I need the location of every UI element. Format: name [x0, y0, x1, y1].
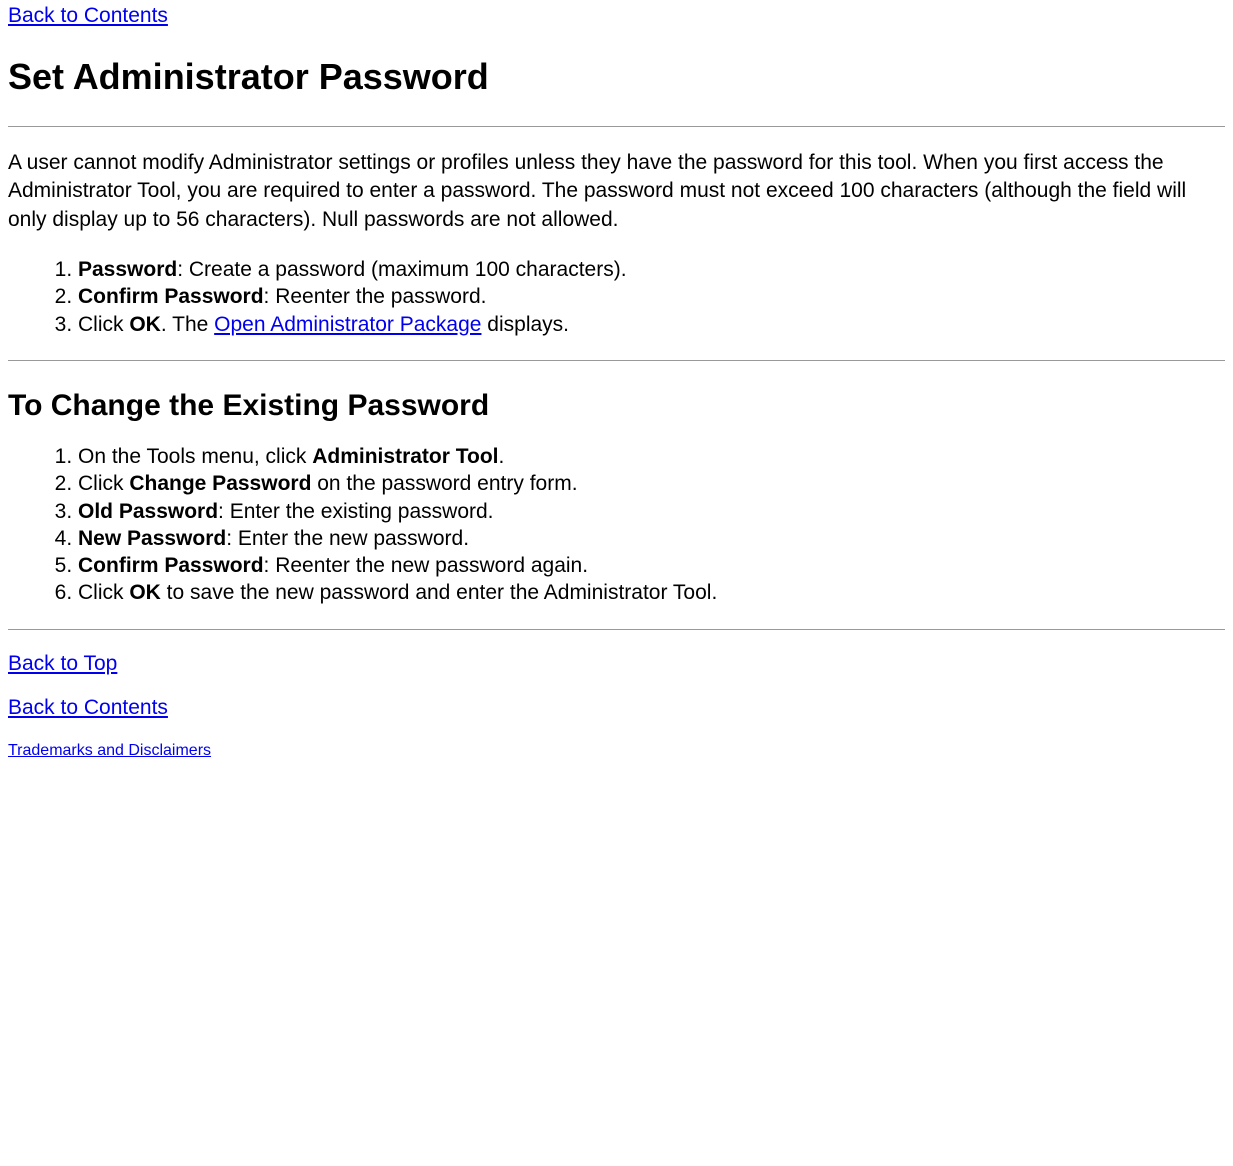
list-item: On the Tools menu, click Administrator T…	[78, 443, 1225, 470]
divider	[8, 360, 1225, 361]
label-bold: Administrator Tool	[312, 445, 498, 468]
intro-paragraph: A user cannot modify Administrator setti…	[8, 149, 1225, 234]
label-bold: Confirm Password	[78, 285, 264, 308]
list-item: Click OK to save the new password and en…	[78, 579, 1225, 606]
label-text: to save the new password and enter the A…	[161, 581, 717, 604]
label-text: displays.	[481, 313, 569, 336]
back-to-top-link[interactable]: Back to Top	[8, 652, 1225, 676]
page-title: Set Administrator Password	[8, 56, 1225, 98]
section-heading: To Change the Existing Password	[8, 389, 1225, 423]
label-text: Click	[78, 581, 129, 604]
label-bold: OK	[129, 313, 161, 336]
back-to-contents-top-link[interactable]: Back to Contents	[8, 4, 168, 27]
list-item: Old Password: Enter the existing passwor…	[78, 498, 1225, 525]
label-text: : Create a password (maximum 100 charact…	[177, 258, 626, 281]
open-admin-package-link[interactable]: Open Administrator Package	[214, 313, 481, 336]
list-item: New Password: Enter the new password.	[78, 525, 1225, 552]
label-text: : Enter the new password.	[226, 527, 469, 550]
label-text: : Reenter the password.	[264, 285, 487, 308]
label-text: Click	[78, 472, 129, 495]
label-text: On the Tools menu, click	[78, 445, 312, 468]
label-text: .	[499, 445, 505, 468]
list-item: Click Change Password on the password en…	[78, 470, 1225, 497]
trademarks-link[interactable]: Trademarks and Disclaimers	[8, 742, 1225, 760]
label-text: : Enter the existing password.	[218, 500, 493, 523]
steps-list-set-password: Password: Create a password (maximum 100…	[8, 256, 1225, 338]
label-text: on the password entry form.	[311, 472, 577, 495]
label-text: : Reenter the new password again.	[264, 554, 589, 577]
list-item: Confirm Password: Reenter the password.	[78, 283, 1225, 310]
divider	[8, 629, 1225, 630]
list-item: Click OK. The Open Administrator Package…	[78, 311, 1225, 338]
divider	[8, 126, 1225, 127]
label-bold: New Password	[78, 527, 226, 550]
label-bold: Password	[78, 258, 177, 281]
label-bold: Change Password	[129, 472, 311, 495]
list-item: Confirm Password: Reenter the new passwo…	[78, 552, 1225, 579]
back-to-contents-bottom-link: Back to Contents	[8, 696, 1225, 720]
label-bold: Confirm Password	[78, 554, 264, 577]
list-item: Password: Create a password (maximum 100…	[78, 256, 1225, 283]
label-bold: Old Password	[78, 500, 218, 523]
steps-list-change-password: On the Tools menu, click Administrator T…	[8, 443, 1225, 607]
label-bold: OK	[129, 581, 161, 604]
label-text: . The	[161, 313, 214, 336]
label-text: Click	[78, 313, 129, 336]
